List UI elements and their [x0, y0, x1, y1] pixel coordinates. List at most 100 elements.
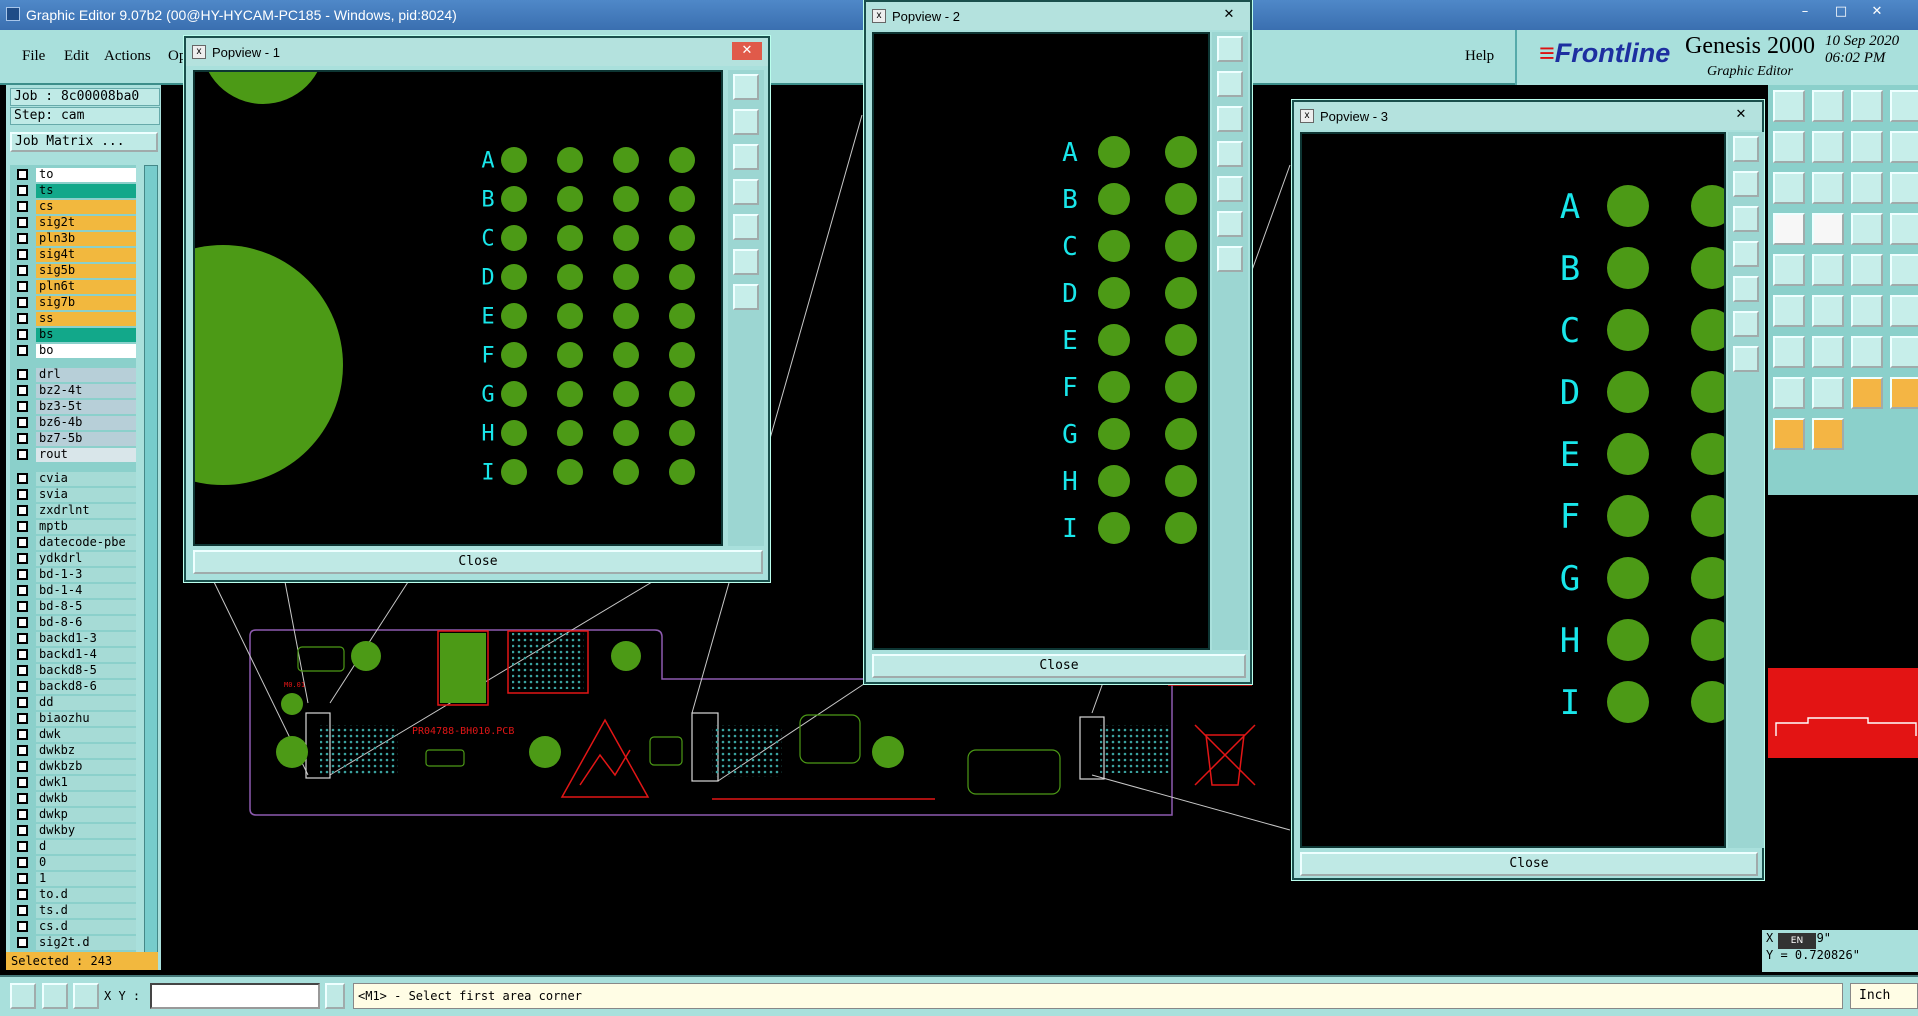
- popview-2-tool-5[interactable]: [1217, 176, 1243, 202]
- palette-tool-5[interactable]: [1773, 131, 1805, 163]
- palette-tool-26[interactable]: [1812, 336, 1844, 368]
- popview-2-tool-7[interactable]: [1217, 246, 1243, 272]
- popview-3-tool-7[interactable]: [1733, 346, 1759, 372]
- palette-tool-19[interactable]: [1851, 254, 1883, 286]
- palette-tool-22[interactable]: [1812, 295, 1844, 327]
- coordinate-menu-button[interactable]: [325, 983, 345, 1009]
- palette-tool-32[interactable]: [1890, 377, 1918, 409]
- menu-actions[interactable]: Actions: [104, 48, 151, 65]
- palette-tool-11[interactable]: [1851, 172, 1883, 204]
- palette-tool-9[interactable]: [1773, 172, 1805, 204]
- popview-1-tool-4[interactable]: [733, 179, 759, 205]
- palette-tool-10[interactable]: [1812, 172, 1844, 204]
- popview-2-tool-4[interactable]: [1217, 141, 1243, 167]
- popview-1-tool-1[interactable]: [733, 74, 759, 100]
- pad: [669, 342, 695, 368]
- popview-3-canvas[interactable]: ABCDEFGHI: [1300, 132, 1733, 848]
- pad: [613, 186, 639, 212]
- pad: [1607, 557, 1649, 599]
- pad: [613, 303, 639, 329]
- popview-2-tool-1[interactable]: [1217, 36, 1243, 62]
- pad: [557, 420, 583, 446]
- popview-1-canvas[interactable]: ABCDEFGHI: [103, 0, 723, 546]
- pad: [1691, 371, 1733, 413]
- palette-tool-31[interactable]: [1851, 377, 1883, 409]
- palette-tool-23[interactable]: [1851, 295, 1883, 327]
- popview-1-tool-7[interactable]: [733, 284, 759, 310]
- minimize-button[interactable]: –: [1788, 0, 1822, 22]
- popview-1-tool-2[interactable]: [733, 109, 759, 135]
- units-selector[interactable]: Inch: [1850, 983, 1918, 1009]
- pad: [669, 225, 695, 251]
- language-indicator[interactable]: EN: [1778, 933, 1816, 949]
- palette-tool-33[interactable]: [1773, 418, 1805, 450]
- palette-tool-30[interactable]: [1812, 377, 1844, 409]
- popview-3-tool-3[interactable]: [1733, 206, 1759, 232]
- palette-tool-27[interactable]: [1851, 336, 1883, 368]
- palette-tool-12[interactable]: [1890, 172, 1918, 204]
- palette-tool-3[interactable]: [1851, 90, 1883, 122]
- palette-tool-28[interactable]: [1890, 336, 1918, 368]
- pad: [1691, 185, 1733, 227]
- pad-row-label: C: [1062, 232, 1078, 262]
- palette-tool-20[interactable]: [1890, 254, 1918, 286]
- popview-3-tool-1[interactable]: [1733, 136, 1759, 162]
- pad: [557, 303, 583, 329]
- popview-2-tool-6[interactable]: [1217, 211, 1243, 237]
- palette-tool-29[interactable]: [1773, 377, 1805, 409]
- palette-tool-15[interactable]: [1851, 213, 1883, 245]
- maximize-button[interactable]: □: [1824, 0, 1858, 22]
- popview-3-close-button[interactable]: Close: [1300, 852, 1758, 876]
- popview-3-tool-2[interactable]: [1733, 171, 1759, 197]
- line-tool[interactable]: [42, 983, 68, 1009]
- grid-tool[interactable]: [73, 983, 99, 1009]
- pad: [501, 186, 527, 212]
- pad-row-label: F: [1062, 373, 1078, 403]
- popview-1-close-button[interactable]: Close: [193, 550, 763, 574]
- palette-tool-1[interactable]: [1773, 90, 1805, 122]
- palette-tool-34[interactable]: [1812, 418, 1844, 450]
- palette-tool-2[interactable]: [1812, 90, 1844, 122]
- palette-tool-13[interactable]: [1773, 213, 1805, 245]
- palette-tool-4[interactable]: [1890, 90, 1918, 122]
- menu-help[interactable]: Help: [1465, 48, 1494, 65]
- coordinate-input[interactable]: [150, 983, 320, 1009]
- popview-2-canvas[interactable]: ABCDEFGHI: [872, 32, 1210, 650]
- popview-2-close-x[interactable]: ✕: [1214, 6, 1244, 24]
- popview-1-tool-5[interactable]: [733, 214, 759, 240]
- pad: [557, 147, 583, 173]
- pad: [1165, 277, 1197, 309]
- pad-row-label: H: [1062, 467, 1078, 497]
- popview-2-tool-2[interactable]: [1217, 71, 1243, 97]
- popview-2-tool-3[interactable]: [1217, 106, 1243, 132]
- popview-1-tool-6[interactable]: [733, 249, 759, 275]
- menu-file[interactable]: File: [22, 48, 45, 65]
- status-bar: X Y : <M1> - Select first area corner In…: [0, 975, 1918, 1016]
- pad: [1165, 371, 1197, 403]
- palette-tool-18[interactable]: [1812, 254, 1844, 286]
- popview-1-close-x[interactable]: ✕: [732, 42, 762, 60]
- popview-3-tool-6[interactable]: [1733, 311, 1759, 337]
- palette-tool-24[interactable]: [1890, 295, 1918, 327]
- pad: [557, 381, 583, 407]
- pad: [501, 225, 527, 251]
- palette-tool-7[interactable]: [1851, 131, 1883, 163]
- close-window-button[interactable]: ✕: [1860, 0, 1894, 22]
- pad: [1691, 557, 1733, 599]
- area-select-tool[interactable]: [10, 983, 36, 1009]
- palette-tool-14[interactable]: [1812, 213, 1844, 245]
- menu-edit[interactable]: Edit: [64, 48, 89, 65]
- palette-tool-8[interactable]: [1890, 131, 1918, 163]
- palette-tool-17[interactable]: [1773, 254, 1805, 286]
- palette-tool-6[interactable]: [1812, 131, 1844, 163]
- popview-2-close-button[interactable]: Close: [872, 654, 1246, 678]
- palette-tool-21[interactable]: [1773, 295, 1805, 327]
- popview-1-tool-3[interactable]: [733, 144, 759, 170]
- popview-3-tool-4[interactable]: [1733, 241, 1759, 267]
- pad: [1165, 136, 1197, 168]
- palette-tool-25[interactable]: [1773, 336, 1805, 368]
- popview-3-close-x[interactable]: ✕: [1726, 106, 1756, 124]
- popview-3-tool-5[interactable]: [1733, 276, 1759, 302]
- palette-tool-16[interactable]: [1890, 213, 1918, 245]
- pad: [1691, 247, 1733, 289]
